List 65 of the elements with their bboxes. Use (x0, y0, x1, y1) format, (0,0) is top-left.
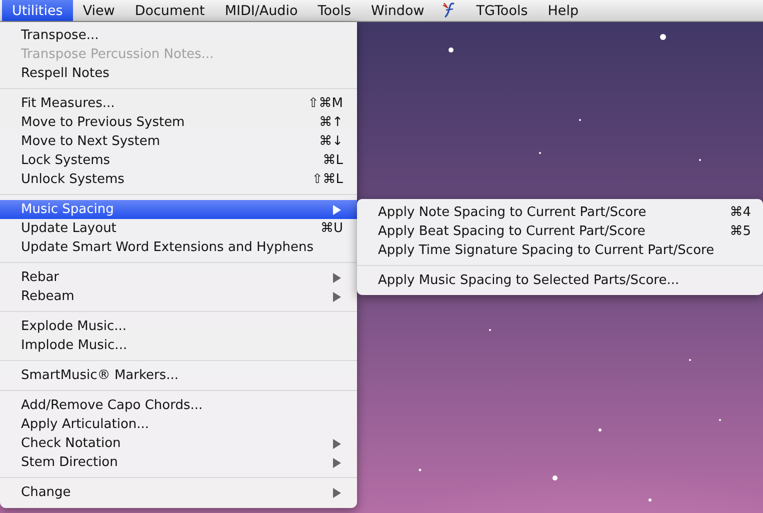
menu-item-label: Apply Note Spacing to Current Part/Score (378, 205, 648, 220)
menu-item[interactable]: Move to Next System ⌘↓ (0, 132, 357, 151)
menu-item-label: SmartMusic® Markers... (21, 368, 180, 383)
menu-item-label: Apply Articulation... (21, 417, 150, 432)
menu-bar-item[interactable]: Document (124, 0, 215, 21)
menu-item-label: Update Smart Word Extensions and Hyphens (21, 240, 314, 255)
menu-item-label: Move to Previous System (21, 115, 186, 130)
menu-item[interactable]: Apply Articulation... (0, 415, 357, 434)
menu-item-label: Music Spacing (21, 202, 115, 217)
menu-item[interactable]: Change (0, 483, 357, 502)
menu-item[interactable]: Apply Beat Spacing to Current Part/Score ⌘5 (357, 222, 763, 241)
menu-item-label: Move to Next System (21, 134, 162, 149)
menu-item[interactable]: Transpose... (0, 26, 357, 45)
menu-item-label: Explode Music... (21, 319, 128, 334)
menu-item-label: Lock Systems (21, 153, 112, 168)
menu-item-label: Implode Music... (21, 338, 128, 353)
shortcut-label: ⇧⌘M (308, 96, 343, 111)
menu-item[interactable]: SmartMusic® Markers... (0, 366, 357, 385)
menu-item-label: Change (21, 485, 72, 500)
menu-bar-item[interactable]: Tools (308, 0, 362, 21)
menu-item[interactable]: Implode Music... (0, 336, 357, 355)
menu-item[interactable]: Explode Music... (0, 317, 357, 336)
menu-item[interactable]: Update Smart Word Extensions and Hyphens (0, 238, 357, 257)
menu-bar-item[interactable]: TGTools (466, 0, 538, 21)
menu-bar-item[interactable]: View (72, 0, 125, 21)
menu-item[interactable]: Stem Direction (0, 453, 357, 472)
shortcut-label: ⌘5 (730, 224, 751, 239)
menu-item[interactable]: Unlock Systems ⇧⌘L (0, 170, 357, 189)
menu-item-label: Stem Direction (21, 455, 119, 470)
shortcut-label: ⌘↓ (319, 134, 343, 149)
menu-item[interactable]: Lock Systems ⌘L (0, 151, 357, 170)
menu-bar-item[interactable]: Window (361, 0, 434, 21)
shortcut-label: ⌘U (320, 221, 343, 236)
menu-item[interactable]: Fit Measures... ⇧⌘M (0, 94, 357, 113)
menu-item-label: Apply Music Spacing to Selected Parts/Score... (378, 273, 680, 288)
menu-item[interactable]: Move to Previous System ⌘↑ (0, 113, 357, 132)
menu-item[interactable]: Music Spacing (0, 200, 357, 219)
menu-item[interactable]: Rebar (0, 268, 357, 287)
menu-item-label: Check Notation (21, 436, 122, 451)
menu-item-label: Update Layout (21, 221, 118, 236)
menu-item-label: Transpose... (21, 28, 100, 43)
menu-item[interactable]: Check Notation (0, 434, 357, 453)
menu-item-label: Add/Remove Capo Chords... (21, 398, 204, 413)
menu-item[interactable]: Rebeam (0, 287, 357, 306)
menu-item-label: Rebar (21, 270, 60, 285)
menu-item[interactable]: Update Layout ⌘U (0, 219, 357, 238)
menu-item[interactable]: Apply Time Signature Spacing to Current Part/Score (357, 241, 763, 260)
menu-bar-item[interactable]: Help (538, 0, 589, 21)
menu-item-label: Unlock Systems (21, 172, 126, 187)
shortcut-label: ⌘4 (730, 205, 751, 220)
menu-item-label: Apply Beat Spacing to Current Part/Score (378, 224, 646, 239)
menu-item[interactable]: Add/Remove Capo Chords... (0, 396, 357, 415)
menu-item-label: Respell Notes (21, 66, 110, 81)
menu-item-label: Transpose Percussion Notes... (21, 47, 215, 62)
menu-item[interactable]: Apply Note Spacing to Current Part/Score ⌘4 (357, 203, 763, 222)
menu-item[interactable]: Apply Music Spacing to Selected Parts/Score... (357, 271, 763, 290)
shortcut-label: ⇧⌘L (312, 172, 343, 187)
menu-bar-item[interactable]: MIDI/Audio (214, 0, 308, 21)
shortcut-label: ⌘L (322, 153, 343, 168)
menu-bar-item[interactable]: Utilities (2, 0, 73, 21)
menu-item[interactable]: Respell Notes (0, 64, 357, 83)
shortcut-label: ⌘↑ (319, 115, 343, 130)
menu-item-label: Fit Measures... (21, 96, 116, 111)
menu-item-label: Apply Time Signature Spacing to Current Part/Score (378, 243, 716, 258)
menu-item-label: Rebeam (21, 289, 76, 304)
